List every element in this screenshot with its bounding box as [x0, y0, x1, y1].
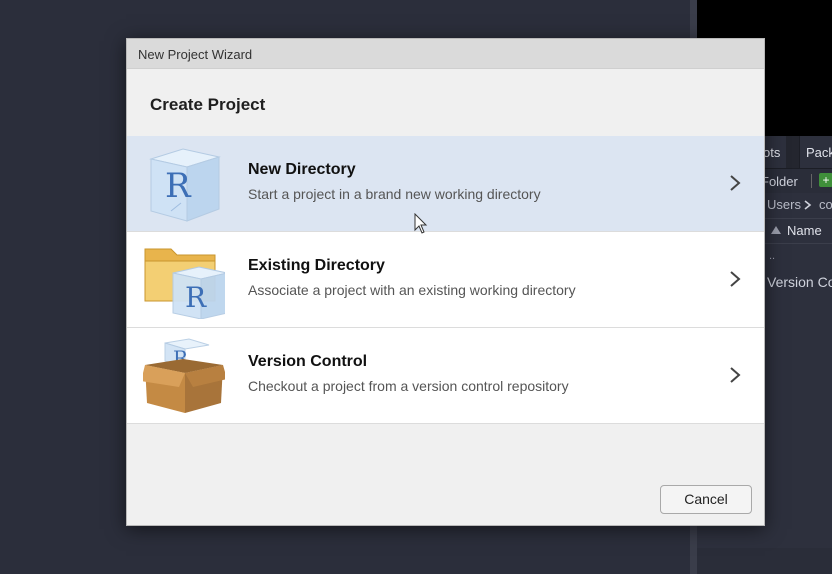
folder-r-icon: R: [144, 248, 225, 319]
option-description: Checkout a project from a version contro…: [248, 378, 569, 394]
file-row-parent[interactable]: ..: [769, 250, 775, 262]
files-pane-bottom: [697, 548, 832, 574]
tab-packages[interactable]: Pack: [799, 136, 832, 168]
option-label: Existing Directory: [248, 257, 385, 274]
chevron-right-icon: [804, 200, 812, 210]
chevron-right-icon: [730, 367, 741, 383]
cancel-button[interactable]: Cancel: [660, 485, 752, 514]
svg-text:R: R: [165, 166, 192, 206]
chevron-right-icon: [730, 271, 741, 287]
option-description: Start a project in a brand new working d…: [248, 186, 541, 202]
option-label: New Directory: [248, 161, 356, 178]
project-type-list: R New Directory Start a project in a bra…: [127, 136, 764, 424]
svg-text:R: R: [185, 281, 207, 314]
option-label: Version Control: [248, 353, 368, 370]
dialog-title: New Project Wizard: [138, 47, 253, 62]
option-description: Associate a project with an existing wor…: [248, 282, 576, 298]
new-project-wizard-dialog: New Project Wizard Create Project R New …: [126, 38, 765, 526]
dialog-titlebar[interactable]: New Project Wizard: [127, 39, 764, 69]
new-folder-button[interactable]: Folder: [761, 174, 798, 189]
file-row-version-control[interactable]: Version Co: [767, 274, 832, 290]
chevron-right-icon: [730, 175, 741, 191]
sort-ascending-icon: [771, 226, 781, 234]
option-version-control[interactable]: R Version Control Checkout a project fro…: [127, 328, 764, 424]
add-file-icon[interactable]: +: [819, 173, 832, 187]
r-cube-icon: R: [149, 148, 221, 222]
breadcrumb-users[interactable]: Users: [767, 197, 801, 212]
toolbar-divider: [811, 174, 812, 188]
dialog-heading: Create Project: [150, 95, 266, 114]
option-existing-directory[interactable]: R Existing Directory Associate a project…: [127, 232, 764, 328]
box-r-icon: R: [143, 338, 225, 413]
mouse-cursor-icon: [414, 213, 428, 234]
option-new-directory[interactable]: R New Directory Start a project in a bra…: [127, 136, 764, 232]
column-name[interactable]: Name: [787, 223, 822, 238]
breadcrumb-user[interactable]: co: [819, 197, 832, 212]
